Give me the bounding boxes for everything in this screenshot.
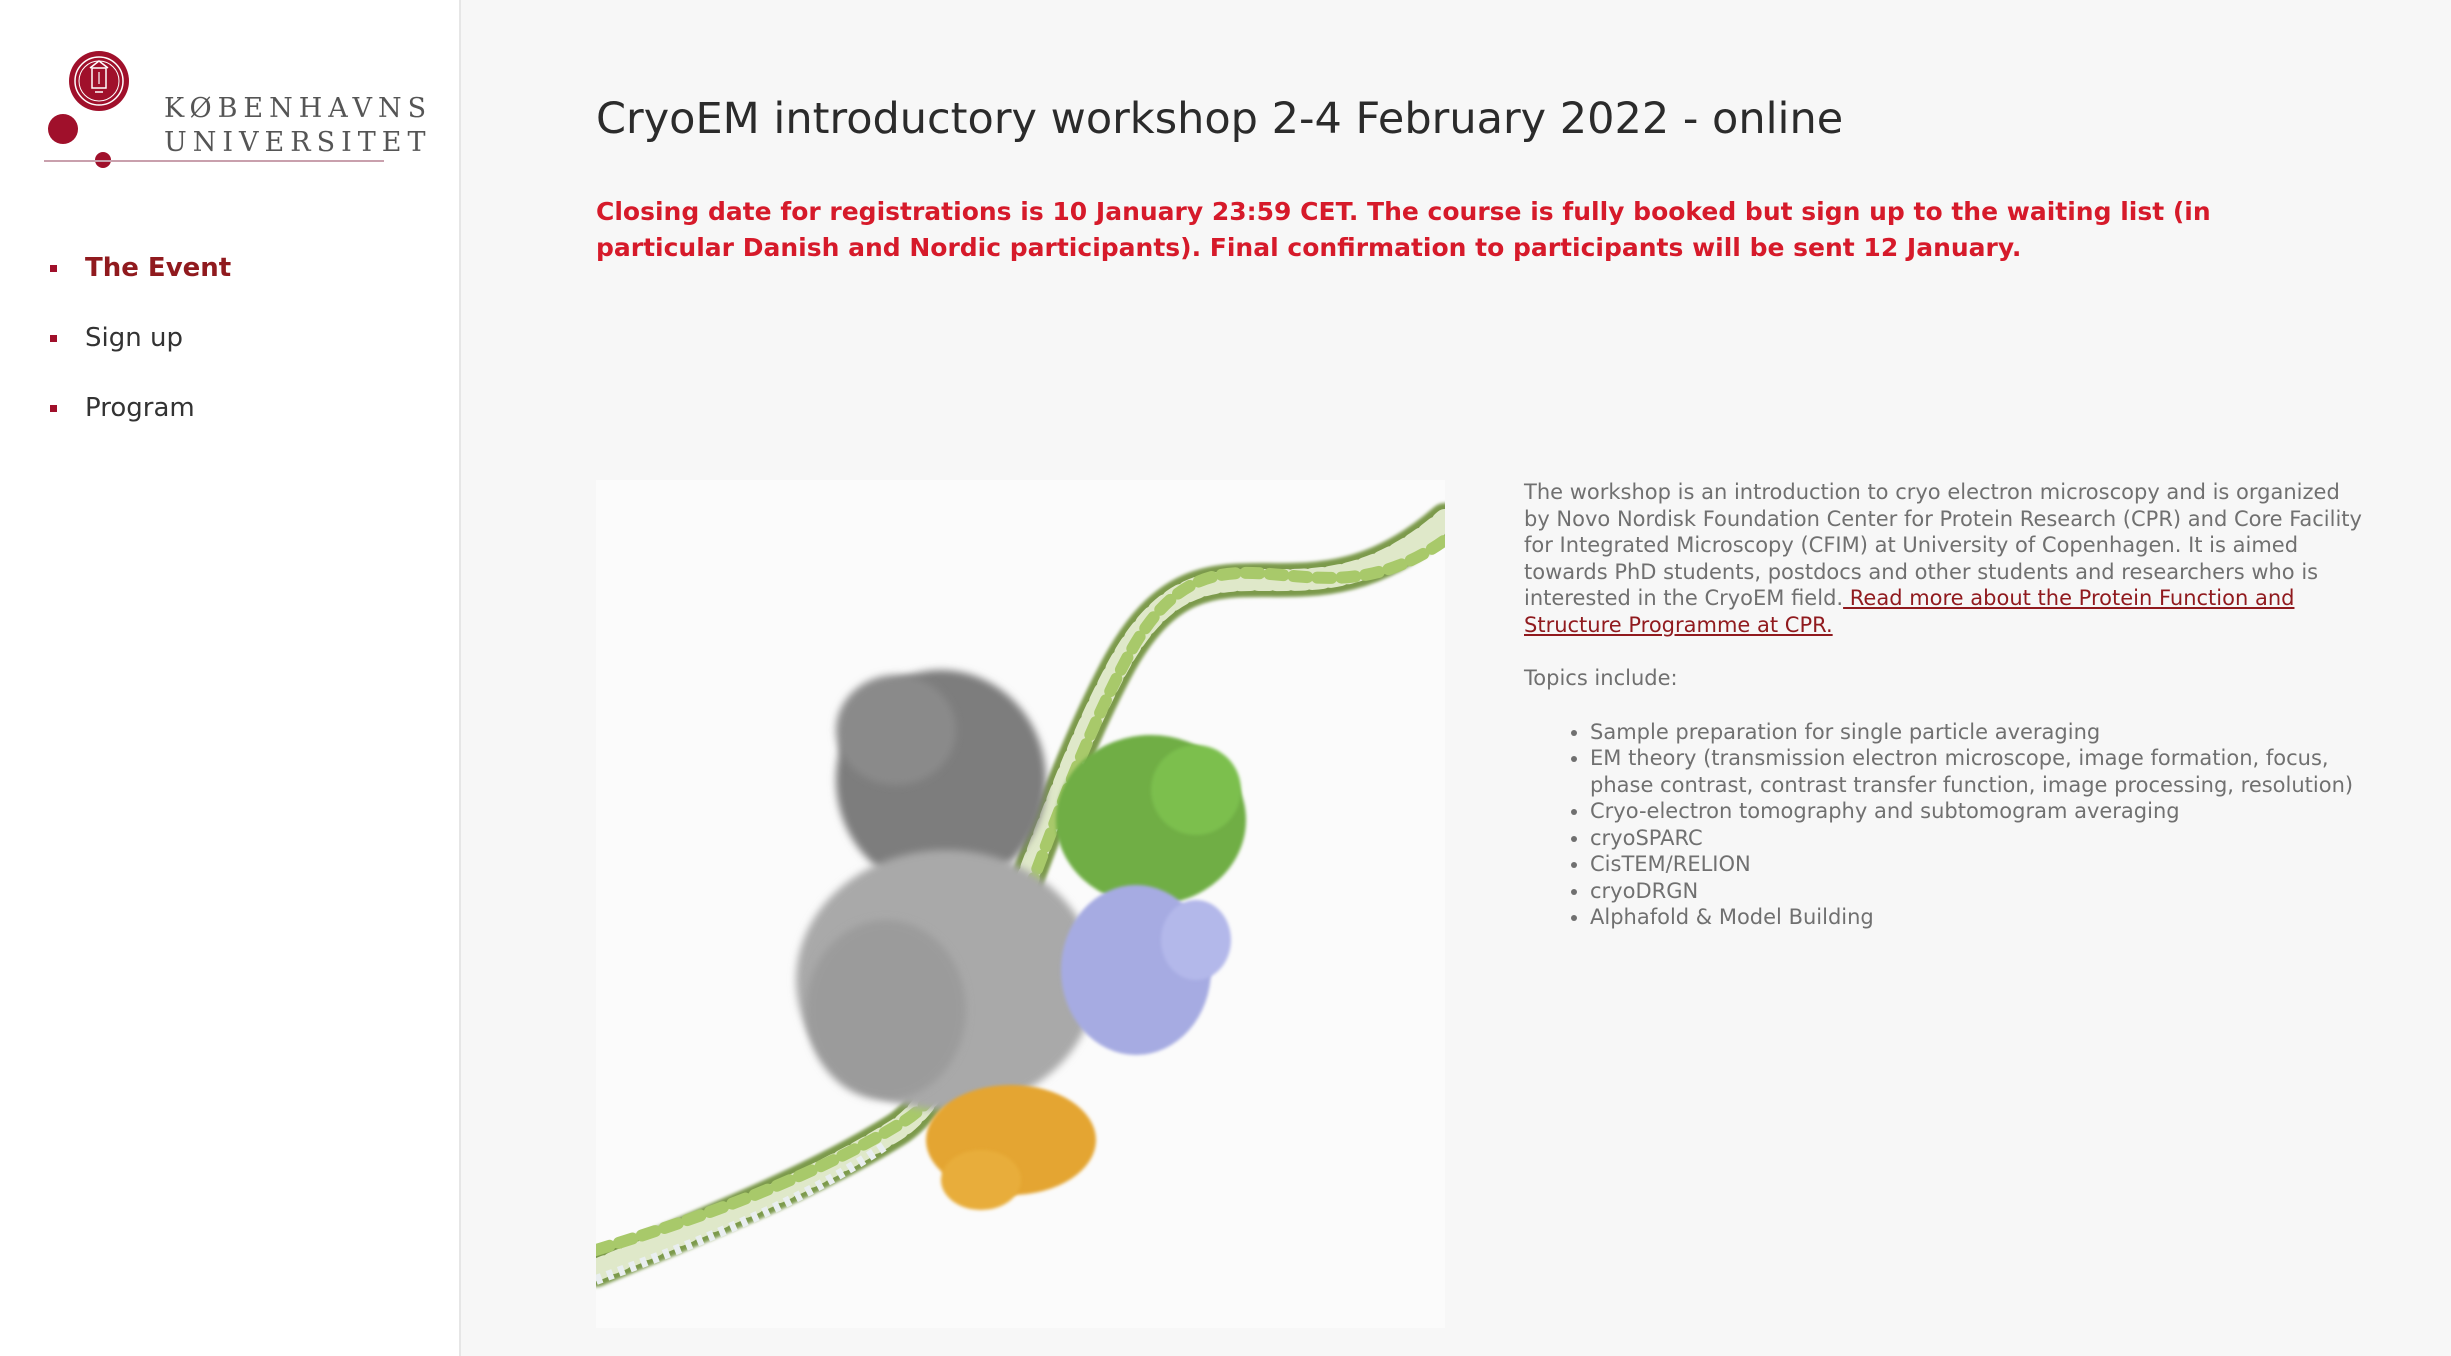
list-item: EM theory (transmission electron microsc… — [1590, 745, 2364, 798]
bullet-icon — [50, 264, 57, 272]
sidebar-item-program[interactable]: Program — [50, 390, 231, 426]
sidebar: KØBENHAVNS UNIVERSITET The Event Sign up… — [0, 0, 461, 1356]
list-item: CisTEM/RELION — [1590, 851, 2364, 878]
sidebar-nav: The Event Sign up Program — [50, 250, 231, 460]
list-item: Alphafold & Model Building — [1590, 904, 2364, 931]
topics-heading: Topics include: — [1524, 666, 1678, 690]
protein-dna-illustration — [579, 503, 1462, 1287]
list-item: cryoDRGN — [1590, 878, 2364, 905]
bullet-icon — [50, 334, 57, 342]
sidebar-item-sign-up[interactable]: Sign up — [50, 320, 231, 356]
sidebar-item-label: Program — [85, 393, 195, 423]
intro-paragraph: The workshop is an introduction to cryo … — [1524, 479, 2364, 638]
list-item: Cryo-electron tomography and subtomogram… — [1590, 798, 2364, 825]
sidebar-item-label: Sign up — [85, 323, 183, 353]
logo-rule — [44, 160, 384, 162]
page-title: CryoEM introductory workshop 2-4 Februar… — [596, 94, 1844, 144]
hero-image — [579, 480, 1462, 1328]
topics-list: Sample preparation for single particle a… — [1524, 719, 2364, 931]
logo-dot-large — [48, 114, 78, 144]
bullet-icon — [50, 404, 57, 412]
logo-wordmark: KØBENHAVNS UNIVERSITET — [164, 92, 432, 160]
list-item: Sample preparation for single particle a… — [1590, 719, 2364, 746]
registration-notice: Closing date for registrations is 10 Jan… — [596, 197, 2211, 262]
list-item: cryoSPARC — [1590, 825, 2364, 852]
logo-line-2: UNIVERSITET — [164, 127, 432, 158]
logo-line-1: KØBENHAVNS — [164, 93, 433, 124]
workshop-description: The workshop is an introduction to cryo … — [1524, 479, 2364, 931]
university-logo[interactable]: KØBENHAVNS UNIVERSITET — [44, 48, 426, 172]
sidebar-item-the-event[interactable]: The Event — [50, 250, 231, 286]
sidebar-item-label: The Event — [85, 253, 232, 283]
university-seal-icon — [69, 51, 129, 111]
